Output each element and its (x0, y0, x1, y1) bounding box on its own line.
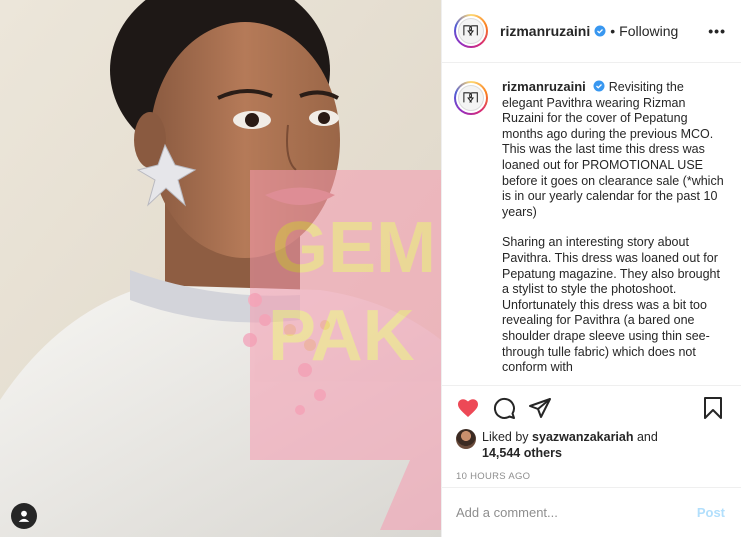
verified-badge-icon (594, 25, 606, 37)
caption-paragraph-1: Revisiting the elegant Pavithra wearing … (502, 80, 724, 219)
share-button[interactable] (528, 396, 552, 420)
save-button[interactable] (701, 396, 725, 420)
caption-paragraph-2: Sharing an interesting story about Pavit… (502, 235, 720, 375)
likes-count-link[interactable]: 14,544 others (482, 446, 562, 460)
more-options-icon[interactable]: ••• (708, 23, 726, 39)
watermark-line-1: GEM (272, 208, 436, 288)
like-button[interactable] (456, 396, 480, 420)
caption-author-avatar[interactable] (454, 81, 488, 115)
author-username[interactable]: rizmanruzaini (500, 23, 590, 39)
liker-avatar[interactable] (456, 429, 476, 449)
comment-button[interactable] (492, 396, 516, 420)
comments-area[interactable]: rizmanruzaini Revisiting the elegant Pav… (442, 63, 741, 386)
share-icon (529, 398, 551, 418)
action-bar (442, 386, 741, 420)
rr-logo-icon (463, 25, 479, 37)
user-tag-button[interactable] (11, 503, 37, 529)
caption: rizmanruzaini Revisiting the elegant Pav… (454, 79, 725, 385)
header-separator: • (610, 23, 616, 39)
author-avatar[interactable] (454, 14, 488, 48)
liker-username[interactable]: syazwanzakariah (532, 430, 633, 444)
instagram-post: GEM PAK rizmanruzaini • Following ••• ri… (0, 0, 741, 537)
comment-input[interactable] (456, 505, 697, 520)
add-comment-bar: Post (442, 487, 741, 537)
user-tag-icon (18, 510, 30, 522)
caption-text: rizmanruzaini Revisiting the elegant Pav… (502, 79, 725, 385)
post-comment-button[interactable]: Post (697, 505, 725, 520)
post-photo[interactable]: GEM PAK (0, 0, 441, 537)
likes-connector: and (636, 430, 658, 444)
verified-badge-icon (593, 80, 605, 92)
post-timestamp[interactable]: 10 HOURS AGO (442, 461, 741, 482)
bookmark-icon (704, 397, 722, 419)
heart-filled-icon (458, 399, 478, 417)
likes-prefix: Liked by (482, 430, 529, 444)
portrait-illustration: GEM PAK (0, 0, 441, 537)
watermark-line-2: PAK (268, 296, 415, 376)
following-button[interactable]: Following (619, 23, 678, 39)
caption-username[interactable]: rizmanruzaini (502, 79, 586, 94)
likes-section: Liked by syazwanzakariah and 14,544 othe… (442, 420, 741, 461)
comment-icon (493, 397, 515, 419)
rr-logo-icon (463, 92, 479, 104)
post-sidebar: rizmanruzaini • Following ••• rizmanruza… (441, 0, 741, 537)
post-header: rizmanruzaini • Following ••• (442, 0, 741, 63)
